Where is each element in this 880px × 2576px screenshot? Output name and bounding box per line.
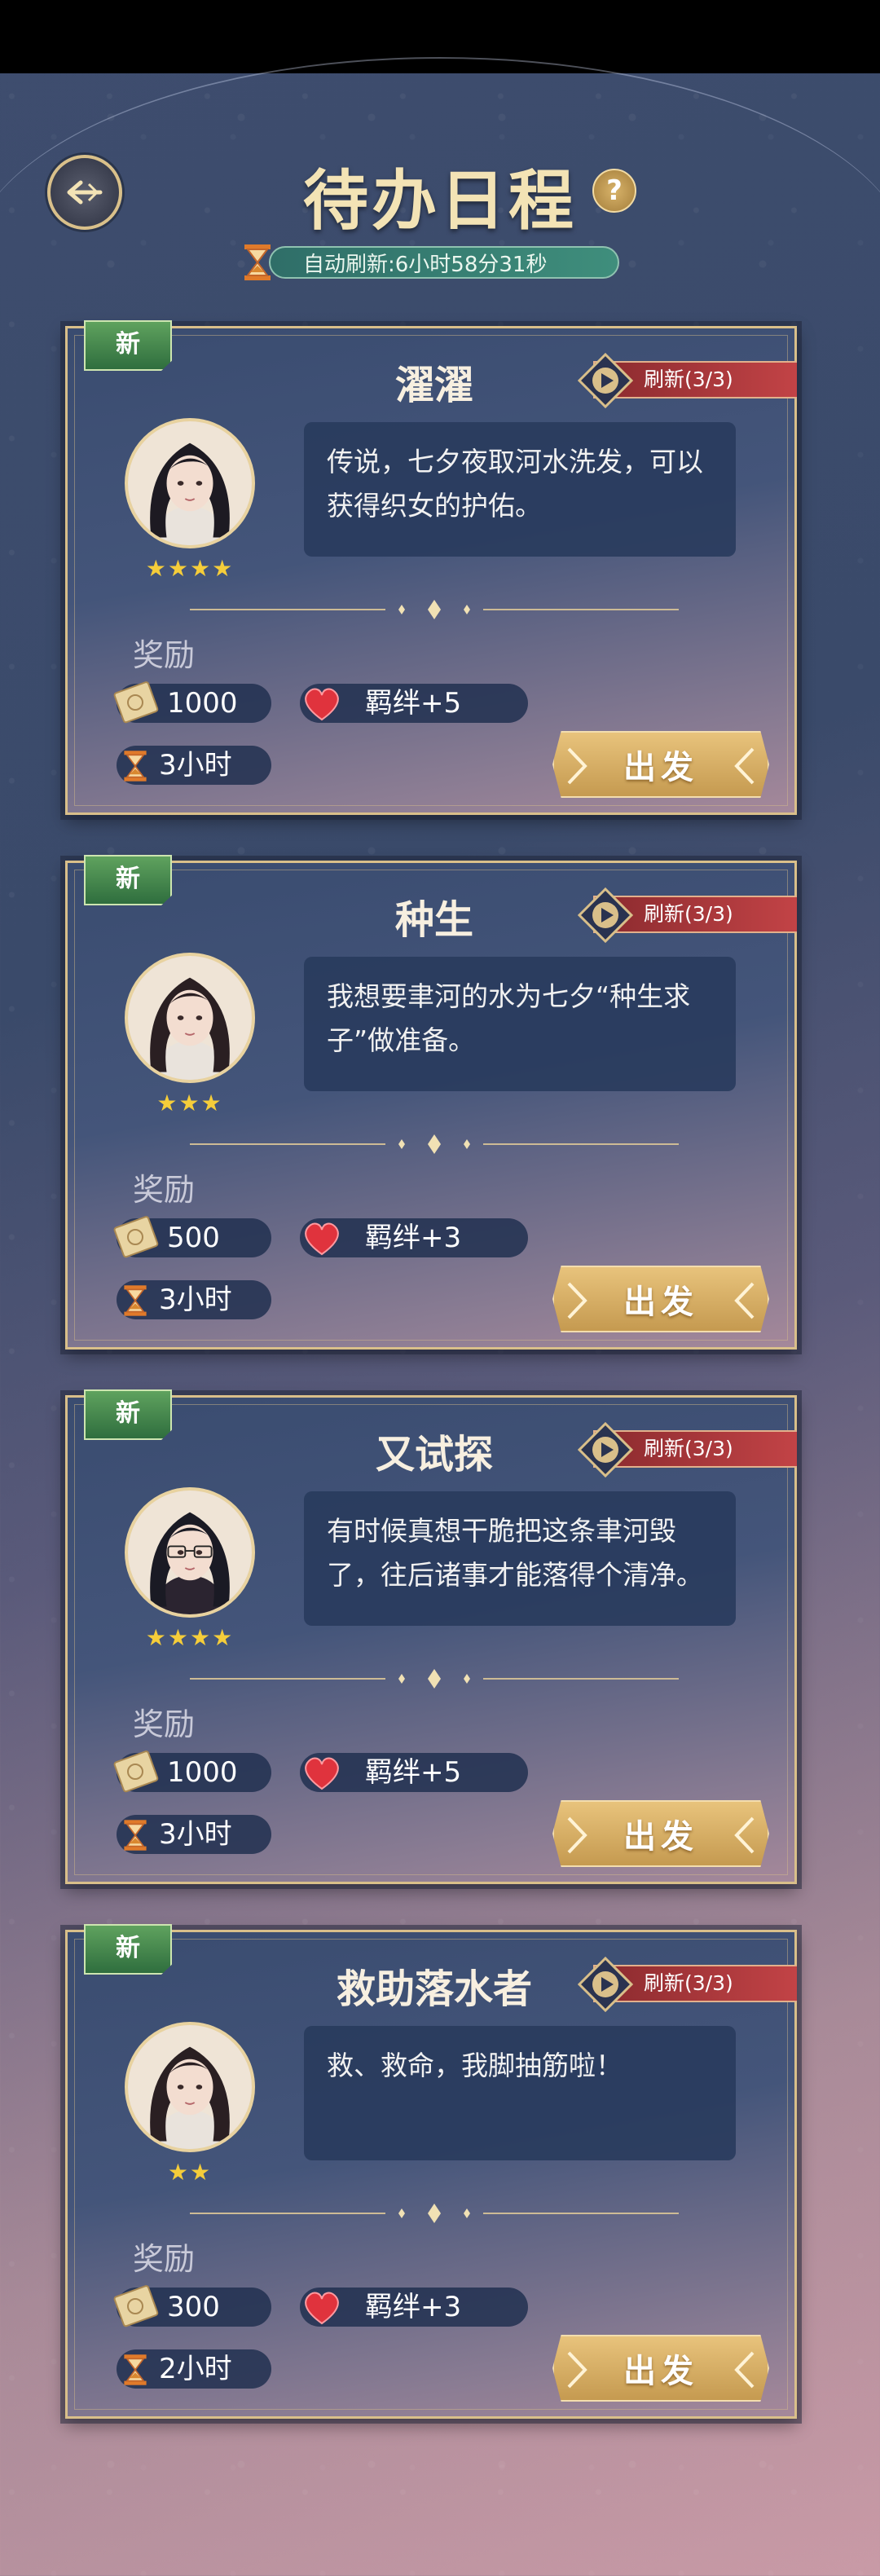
task-card: 新 种生 刷新(3/3) ★★★ 我想要聿河的水为七夕“种生求子”做准备。 奖励… [65, 855, 797, 1350]
heart-icon [305, 2292, 339, 2325]
task-title: 又试探 [375, 1432, 493, 1477]
character-avatar [125, 953, 255, 1083]
divider-ornament [190, 2204, 679, 2223]
chevron-right-icon [567, 2351, 587, 2389]
rarity-stars: ★★★★ [145, 1624, 235, 1651]
dialogue-text: 传说，七夕夜取河水洗发，可以获得织女的护佑。 [327, 446, 703, 522]
timer-text: 自动刷新:6小时58分31秒 [303, 252, 548, 277]
duration-text: 3小时 [159, 1818, 232, 1851]
reward-label: 奖励 [133, 637, 196, 673]
new-badge: 新 [84, 1924, 172, 1975]
page-title: 待办日程 [303, 162, 577, 239]
chevron-left-icon [734, 2351, 755, 2389]
play-ad-icon[interactable] [578, 1957, 633, 2012]
task-title: 濯濯 [394, 363, 473, 408]
money-amount: 1000 [167, 687, 238, 720]
bond-text: 羁绊+3 [365, 2291, 462, 2323]
hourglass-icon [124, 2354, 147, 2385]
dialogue-box: 救、救命，我脚抽筋啦！ [304, 2026, 736, 2160]
hourglass-icon [124, 751, 147, 782]
banknote-icon [113, 681, 159, 724]
divider-ornament [190, 1134, 679, 1154]
refresh-label: 刷新(3/3) [644, 368, 733, 391]
rarity-stars: ★★★★ [145, 555, 235, 582]
task-title: 救助落水者 [336, 1966, 532, 2012]
bond-text: 羁绊+5 [365, 687, 462, 720]
back-button[interactable] [47, 155, 122, 230]
banknote-icon [113, 2285, 159, 2327]
rarity-stars: ★★★ [156, 1090, 223, 1116]
refresh-label: 刷新(3/3) [644, 1971, 733, 1995]
chevron-left-icon [734, 1282, 755, 1319]
play-ad-icon[interactable] [578, 353, 633, 408]
character-avatar [125, 418, 255, 548]
dialogue-text: 有时候真想干脆把这条聿河毁了，往后诸事才能落得个清净。 [327, 1515, 703, 1591]
heart-icon [305, 1757, 339, 1790]
dialogue-text: 救、救命，我脚抽筋啦！ [327, 2050, 623, 2081]
depart-label: 出发 [623, 1284, 698, 1321]
bond-text: 羁绊+3 [365, 1222, 462, 1254]
depart-button[interactable]: 出发 [552, 2335, 769, 2402]
new-badge: 新 [84, 855, 172, 905]
play-ad-icon[interactable] [578, 1422, 633, 1477]
money-amount: 1000 [167, 1756, 238, 1789]
hourglass-icon [124, 1285, 147, 1316]
depart-label: 出发 [623, 2353, 698, 2390]
new-badge: 新 [84, 320, 172, 371]
heart-icon [305, 688, 339, 721]
character-avatar [125, 2022, 255, 2152]
chevron-left-icon [734, 747, 755, 785]
task-card: 新 救助落水者 刷新(3/3) ★★ 救、救命，我脚抽筋啦！ 奖励 300 羁绊… [65, 1924, 797, 2419]
dialogue-text: 我想要聿河的水为七夕“种生求子”做准备。 [327, 980, 691, 1056]
depart-button[interactable]: 出发 [552, 731, 769, 798]
money-amount: 500 [167, 1222, 220, 1254]
chevron-right-icon [567, 1816, 587, 1854]
divider-ornament [190, 600, 679, 619]
new-badge: 新 [84, 1389, 172, 1440]
refresh-label: 刷新(3/3) [644, 902, 733, 926]
banknote-icon [113, 1216, 159, 1258]
help-button[interactable]: ? [592, 169, 636, 213]
banknote-icon [113, 1750, 159, 1793]
depart-button[interactable]: 出发 [552, 1266, 769, 1332]
task-title: 种生 [394, 897, 473, 943]
duration-text: 3小时 [159, 1284, 232, 1316]
reward-label: 奖励 [133, 1172, 196, 1208]
chevron-right-icon [567, 1282, 587, 1319]
hourglass-icon [124, 1820, 147, 1851]
task-card: 新 又试探 刷新(3/3) ★★★★ 有时候真想干脆把这条聿河毁了，往后诸事才能… [65, 1389, 797, 1884]
chevron-left-icon [734, 1816, 755, 1854]
auto-refresh-timer: 自动刷新:6小时58分31秒 [269, 246, 619, 279]
depart-label: 出发 [623, 1818, 698, 1856]
task-card: 新 濯濯 刷新(3/3) ★★★★ 传说，七夕夜取河水洗发，可以获得织女的护佑。 [65, 320, 797, 815]
bond-text: 羁绊+5 [365, 1756, 462, 1789]
play-ad-icon[interactable] [578, 887, 633, 943]
refresh-label: 刷新(3/3) [644, 1437, 733, 1460]
rarity-stars: ★★ [167, 2159, 213, 2186]
depart-label: 出发 [623, 749, 698, 786]
character-avatar [125, 1487, 255, 1618]
divider-ornament [190, 1669, 679, 1689]
depart-button[interactable]: 出发 [552, 1800, 769, 1867]
back-arrow-icon [67, 180, 103, 205]
reward-label: 奖励 [133, 1706, 196, 1742]
duration-text: 2小时 [159, 2353, 232, 2385]
dialogue-box: 我想要聿河的水为七夕“种生求子”做准备。 [304, 957, 736, 1091]
heart-icon [305, 1222, 339, 1256]
dialogue-box: 传说，七夕夜取河水洗发，可以获得织女的护佑。 [304, 422, 736, 557]
chevron-right-icon [567, 747, 587, 785]
money-amount: 300 [167, 2291, 220, 2323]
duration-text: 3小时 [159, 749, 232, 782]
reward-label: 奖励 [133, 2241, 196, 2277]
dialogue-box: 有时候真想干脆把这条聿河毁了，往后诸事才能落得个清净。 [304, 1491, 736, 1626]
